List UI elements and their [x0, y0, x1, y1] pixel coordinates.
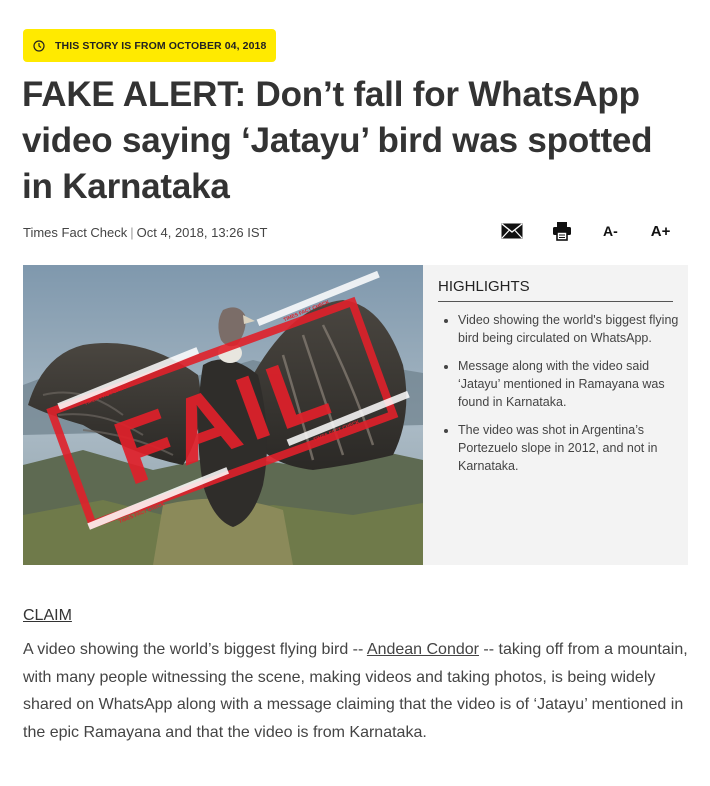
highlights-list: Video showing the world's biggest flying… [438, 311, 686, 485]
highlight-item: Message along with the video said ‘Jatay… [458, 357, 686, 411]
font-increase-button[interactable]: A+ [651, 223, 671, 240]
claim-paragraph: A video showing the world’s biggest flyi… [23, 636, 691, 746]
author-link[interactable]: Times Fact Check [23, 225, 127, 240]
andean-condor-link[interactable]: Andean Condor [367, 641, 479, 658]
print-button[interactable] [550, 221, 574, 241]
claim-heading: CLAIM [23, 607, 72, 624]
highlight-item: Video showing the world's biggest flying… [458, 311, 686, 347]
highlight-item: The video was shot in Argentina’s Portez… [458, 421, 686, 475]
publish-date: Oct 4, 2018, 13:26 IST [136, 225, 268, 240]
highlights-panel: HIGHLIGHTS Video showing the world's big… [423, 265, 688, 565]
article-image: FAIL TIMES FACT CHECK TIMES FACT CHECK T… [23, 265, 423, 565]
claim-text-before: A video showing the world’s biggest flyi… [23, 641, 367, 658]
story-date-badge: THIS STORY IS FROM OCTOBER 04, 2018 [23, 29, 277, 62]
email-share-button[interactable] [500, 223, 524, 239]
highlights-title: HIGHLIGHTS [438, 278, 673, 302]
article-headline: FAKE ALERT: Don’t fall for WhatsApp vide… [22, 75, 653, 206]
envelope-icon [501, 223, 523, 239]
condor-photo: FAIL TIMES FACT CHECK TIMES FACT CHECK T… [23, 265, 423, 565]
byline-separator: | [130, 225, 134, 240]
printer-icon [553, 222, 571, 241]
clock-icon [33, 39, 45, 52]
article-tools: A- A+ [500, 216, 670, 246]
badge-text: THIS STORY IS FROM OCTOBER 04, 2018 [55, 39, 267, 52]
byline: Times Fact Check | Oct 4, 2018, 13:26 IST [23, 225, 267, 240]
font-decrease-button[interactable]: A- [603, 223, 618, 239]
